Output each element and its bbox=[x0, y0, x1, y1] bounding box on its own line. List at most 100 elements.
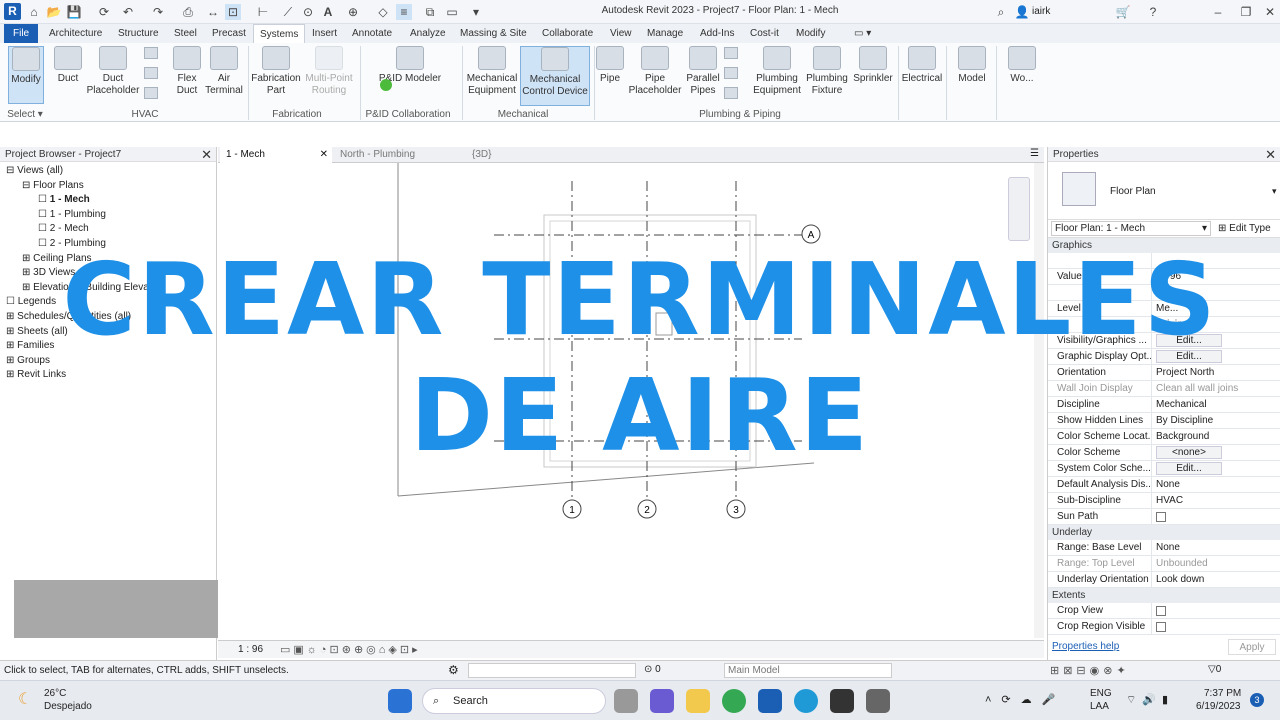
worksets-icon[interactable]: ⚙ bbox=[448, 663, 459, 677]
navigation-bar[interactable] bbox=[1008, 177, 1030, 241]
section-icon[interactable]: ◇ bbox=[375, 4, 391, 20]
tree-item[interactable]: ⊟ Floor Plans bbox=[0, 179, 216, 194]
tab-annotate[interactable]: Annotate bbox=[346, 24, 398, 43]
tab-massing-site[interactable]: Massing & Site bbox=[454, 24, 533, 43]
model-button[interactable]: Model bbox=[950, 46, 994, 85]
workset-dropdown[interactable] bbox=[468, 663, 636, 678]
qat-dropdown-icon[interactable]: ▾ bbox=[468, 4, 484, 20]
help-icon[interactable]: ? bbox=[1145, 4, 1161, 20]
tab-view-3d[interactable]: {3D} bbox=[466, 147, 526, 163]
clock-time[interactable]: 7:37 PM bbox=[1204, 688, 1241, 699]
panel-select-label[interactable]: Select ▾ bbox=[0, 109, 50, 120]
weather-temp[interactable]: 26°C bbox=[44, 688, 66, 699]
restore-icon[interactable]: ❐ bbox=[1238, 4, 1254, 20]
tabs-menu-icon[interactable]: ☰ bbox=[1030, 148, 1039, 159]
plumbing-equipment-button[interactable]: Plumbing Equipment bbox=[750, 46, 804, 97]
selection-filter-icons[interactable]: ⊞⊠⊟◉⊗✦ bbox=[1050, 664, 1130, 677]
property-value[interactable]: None bbox=[1152, 477, 1280, 492]
apply-button[interactable]: Apply bbox=[1228, 639, 1276, 655]
tab-view-north-plumbing[interactable]: North - Plumbing bbox=[334, 147, 464, 163]
view-control-icons[interactable]: ▭▣☼◔⊡⊛⊕◎⌂◈⊡▸ bbox=[280, 643, 421, 656]
sync-icon[interactable]: ⟳ bbox=[96, 4, 112, 20]
yandex-icon[interactable] bbox=[830, 689, 854, 713]
fabrication-part-button[interactable]: Fabrication Part bbox=[250, 46, 302, 97]
pipe-placeholder-button[interactable]: Pipe Placeholder bbox=[626, 46, 684, 97]
chevron-down-icon[interactable]: ▾ bbox=[1272, 186, 1277, 197]
text-icon[interactable]: A bbox=[320, 4, 336, 20]
sprinkler-button[interactable]: Sprinkler bbox=[850, 46, 896, 85]
teams-icon[interactable] bbox=[650, 689, 674, 713]
edge-icon[interactable] bbox=[794, 689, 818, 713]
tab-view[interactable]: View bbox=[604, 24, 638, 43]
align-icon[interactable]: ⊡ bbox=[225, 4, 241, 20]
cart-icon[interactable]: 🛒 bbox=[1115, 4, 1131, 20]
property-value[interactable] bbox=[1152, 619, 1280, 634]
ribbon-options-icon[interactable]: ▭ ▾ bbox=[848, 24, 877, 43]
duct-accessory-icon[interactable] bbox=[144, 67, 158, 79]
close-icon[interactable]: ✕ bbox=[1265, 147, 1276, 162]
plumbing-fixture-button[interactable]: Plumbing Fixture bbox=[804, 46, 850, 97]
thin-lines-icon[interactable]: ≡ bbox=[396, 4, 412, 20]
open-icon[interactable]: 📂 bbox=[46, 4, 62, 20]
tab-structure[interactable]: Structure bbox=[112, 24, 165, 43]
mechanical-equipment-button[interactable]: Mechanical Equipment bbox=[464, 46, 520, 97]
checkbox[interactable] bbox=[1156, 606, 1166, 616]
pipe-button[interactable]: Pipe bbox=[596, 46, 624, 85]
electrical-button[interactable]: Electrical bbox=[900, 46, 944, 85]
instance-selector[interactable]: Floor Plan: 1 - Mech ▾ bbox=[1051, 221, 1211, 236]
property-section-header[interactable]: Extents bbox=[1048, 588, 1280, 603]
properties-help-link[interactable]: Properties help bbox=[1052, 641, 1119, 652]
tab-file[interactable]: File bbox=[4, 24, 39, 43]
property-section-header[interactable]: Underlay bbox=[1048, 525, 1280, 540]
flex-pipe-icon[interactable] bbox=[724, 87, 738, 99]
close-icon[interactable]: ✕ bbox=[320, 147, 328, 163]
tree-item[interactable]: ☐ 2 - Mech bbox=[0, 222, 216, 237]
multi-point-routing-button[interactable]: Multi-Point Routing bbox=[302, 46, 356, 97]
tab-analyze[interactable]: Analyze bbox=[404, 24, 452, 43]
flex-duct-button[interactable]: Flex Duct bbox=[170, 46, 204, 97]
air-terminal-button[interactable]: Air Terminal bbox=[204, 46, 244, 97]
user-name[interactable]: iairk bbox=[1032, 6, 1050, 17]
tab-architecture[interactable]: Architecture bbox=[43, 24, 108, 43]
measure-icon[interactable]: ↔ bbox=[205, 4, 221, 20]
clock-date[interactable]: 6/19/2023 bbox=[1196, 701, 1241, 712]
property-value[interactable]: Unbounded bbox=[1152, 556, 1280, 571]
property-value[interactable] bbox=[1152, 509, 1280, 524]
weather-condition[interactable]: Despejado bbox=[44, 701, 92, 712]
duct-fitting-icon[interactable] bbox=[144, 47, 158, 59]
tab-view-1-mech[interactable]: 1 - Mech ✕ bbox=[220, 147, 332, 163]
network-volume-battery-icons[interactable]: ⌔🔊▮ bbox=[1126, 693, 1174, 707]
tray-icons[interactable]: ˄⟳☁🎤 bbox=[985, 693, 1065, 706]
dimension-icon[interactable]: ⊢ bbox=[255, 4, 271, 20]
file-explorer-icon[interactable] bbox=[686, 689, 710, 713]
property-value[interactable]: Look down bbox=[1152, 572, 1280, 587]
binoculars-icon[interactable]: ⌕ bbox=[993, 4, 1009, 20]
text-tag-icon[interactable]: ⊙ bbox=[300, 4, 316, 20]
tab-add-ins[interactable]: Add-Ins bbox=[694, 24, 740, 43]
property-value[interactable]: HVAC bbox=[1152, 493, 1280, 508]
redo-icon[interactable]: ↷ bbox=[150, 4, 166, 20]
tree-item[interactable]: ☐ 1 - Plumbing bbox=[0, 208, 216, 223]
pipe-accessory-icon[interactable] bbox=[724, 67, 738, 79]
windows-start-icon[interactable] bbox=[388, 689, 412, 713]
revit-taskbar-icon[interactable] bbox=[758, 689, 782, 713]
workplane-button[interactable]: Wo... bbox=[1000, 46, 1044, 85]
print-icon[interactable]: ⎙ bbox=[180, 4, 196, 20]
calculator-icon[interactable] bbox=[866, 689, 890, 713]
3d-view-icon[interactable]: ⊕ bbox=[345, 4, 361, 20]
tree-item[interactable]: ⊟ Views (all) bbox=[0, 164, 216, 179]
checkbox[interactable] bbox=[1156, 622, 1166, 632]
chrome-icon[interactable] bbox=[722, 689, 746, 713]
tree-item[interactable]: ☐ 1 - Mech bbox=[0, 193, 216, 208]
tab-cost-it[interactable]: Cost-it bbox=[744, 24, 785, 43]
home-icon[interactable]: ⌂ bbox=[26, 4, 42, 20]
language-2[interactable]: LAA bbox=[1090, 701, 1109, 712]
minimize-icon[interactable]: – bbox=[1210, 4, 1226, 20]
tab-systems[interactable]: Systems bbox=[253, 24, 306, 43]
tag-icon[interactable]: ⟋ bbox=[280, 4, 296, 20]
language-1[interactable]: ENG bbox=[1090, 688, 1112, 699]
duct-button[interactable]: Duct bbox=[50, 46, 86, 85]
pipe-fitting-icon[interactable] bbox=[724, 47, 738, 59]
property-value[interactable]: None bbox=[1152, 540, 1280, 555]
switch-windows-icon[interactable]: ▭ bbox=[444, 4, 460, 20]
